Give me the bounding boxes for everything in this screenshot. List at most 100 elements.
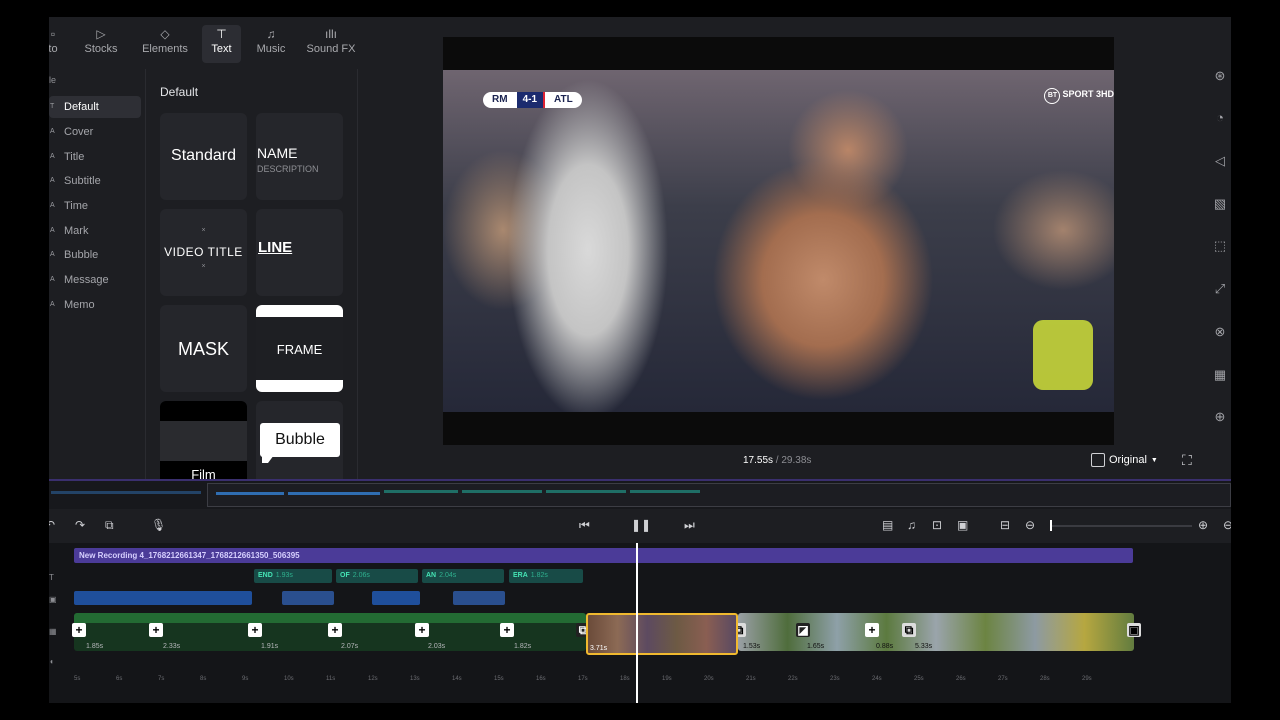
waveform-icon: ıllı [325,27,337,41]
ruler-tick: 26s [956,676,966,682]
subtitle-icon[interactable]: ▤ [882,518,893,532]
zoom-out-icon[interactable]: ⊖ [1025,518,1035,532]
sidebar-item-default[interactable]: T Default [49,96,141,118]
preset-bubble[interactable]: Bubble [256,401,343,479]
text-clip-duration: 2.06s [352,572,370,579]
transition-icon[interactable]: ⧉ [902,623,916,637]
sidebar-item-title[interactable]: A Title [49,146,141,168]
zoom-slider[interactable] [1052,525,1192,527]
undo-icon[interactable]: ↶ [49,518,55,532]
add-transition-button[interactable]: + [415,623,429,637]
caption-icon[interactable]: ▣ [957,518,968,532]
playhead[interactable] [636,543,638,703]
sidebar-item-bubble[interactable]: A Bubble [49,244,141,266]
tab-stocks[interactable]: ▷ Stocks [76,25,126,63]
mosaic-icon[interactable]: ▦ [1211,366,1229,384]
tab-photo[interactable]: ▫ to [49,25,63,63]
text-clip[interactable]: ERA 1.82s [509,569,583,583]
duplicate-icon[interactable]: ⧉ [105,518,114,532]
fullscreen-icon[interactable]: ⛶ [1182,452,1192,469]
timeline-ruler[interactable]: 5s 6s 7s 8s 9s 10s 11s 12s 13s 14s 15s 1… [74,673,1174,687]
tab-elements[interactable]: ◇ Elements [137,25,193,63]
text-clip[interactable]: OF 2.06s [336,569,418,583]
preset-sublabel: DESCRIPTION [257,164,319,174]
adjust-icon[interactable]: ▧ [1211,195,1229,213]
fit-icon[interactable]: ⊟ [1000,518,1010,532]
sidebar-item-subtitle[interactable]: A Subtitle [49,170,141,192]
add-transition-button[interactable]: + [865,623,879,637]
chevron-down-icon: ▼ [1150,456,1158,464]
sidebar-item-mark[interactable]: A Mark [49,220,141,242]
text-icon: A [50,128,55,135]
image-clip[interactable] [372,591,420,605]
preset-video-title[interactable]: × VIDEO TITLE × [160,209,247,296]
right-tool-rail: ⊛ ◔ ◁ ▧ ⬚ ⤢ ⊗ ▦ ⊕ [1198,57,1231,437]
zoom-slider-handle[interactable] [1050,520,1052,531]
ruler-tick: 28s [1040,676,1050,682]
preset-frame[interactable]: FRAME [256,305,343,392]
zoom-reset-icon[interactable]: ⊖ [1223,518,1231,532]
ruler-tick: 18s [620,676,630,682]
redo-icon[interactable]: ↷ [75,518,85,532]
add-transition-button[interactable]: + [149,623,163,637]
clip-duration: 1.82s [514,643,532,650]
add-transition-button[interactable]: + [328,623,342,637]
skip-forward-icon[interactable]: ⏭ [684,518,695,532]
add-transition-button[interactable]: + [500,623,514,637]
zoom-icon[interactable]: ⊕ [1211,408,1229,426]
transition-icon[interactable]: ◪ [796,623,810,637]
text-clip[interactable]: END 1.93s [254,569,332,583]
sidebar-item-cover[interactable]: A Cover [49,121,141,143]
image-clip[interactable] [74,591,252,605]
add-transition-button[interactable]: + [248,623,262,637]
sidebar-item-time[interactable]: A Time [49,195,141,217]
image-track-icon: ▣ [49,595,57,604]
score-home: RM [483,92,517,108]
speed-icon[interactable]: ◔ [1211,109,1229,127]
text-clip[interactable]: AN 2.04s [422,569,504,583]
preset-standard[interactable]: Standard [160,113,247,200]
sidebar-item-memo[interactable]: A Memo [49,294,141,316]
pause-icon[interactable]: ❚❚ [631,518,651,532]
sparkle-icon: × [201,227,206,234]
preset-film[interactable]: Film [160,401,247,479]
text-icon: A [50,177,55,184]
sidebar-item-message[interactable]: A Message [49,269,141,291]
transition-icon[interactable]: ▣ [1127,623,1141,637]
selected-video-clip[interactable]: 3.71s [586,613,738,655]
aspect-ratio-select[interactable]: Original ▼ [1091,453,1158,467]
image-clip[interactable] [282,591,334,605]
current-time: 17.55s [743,455,774,466]
tab-music[interactable]: ♫ Music [251,25,291,63]
preset-mask[interactable]: MASK [160,305,247,392]
music-add-icon[interactable]: ♫ [907,518,916,532]
screen-capture-icon[interactable]: ⊡ [932,518,942,532]
skip-back-icon[interactable]: ⏮ [579,518,590,532]
ruler-tick: 5s [74,676,81,682]
tab-text[interactable]: ⊤ Text [202,25,241,63]
text-clip-label: OF [340,572,350,579]
tab-label: Sound FX [306,43,356,55]
zoom-in-icon[interactable]: ⊕ [1198,518,1208,532]
preview-canvas[interactable]: RM 4-1 ATL BT SPORT 3HD [443,37,1114,445]
preset-name[interactable]: NAME DESCRIPTION [256,113,343,200]
ruler-tick: 6s [116,676,123,682]
audio-clip[interactable]: New Recording 4_1768212661347_1768212661… [74,548,1133,563]
crop-icon[interactable]: ⬚ [1211,237,1229,255]
bt-logo-icon: BT [1044,88,1061,104]
overview-window[interactable] [207,483,1231,507]
panel-title: Default [160,85,199,99]
timeline-overview[interactable] [49,479,1231,509]
volume-icon[interactable]: ◁ [1211,152,1229,170]
add-transition-button[interactable]: + [72,623,86,637]
resize-icon[interactable]: ⤢ [1211,280,1229,298]
color-circles-icon[interactable]: ⊛ [1211,67,1229,85]
microphone-icon[interactable]: 🎙 [151,518,166,532]
filter-icon[interactable]: ⊗ [1211,323,1229,341]
preset-line[interactable]: LINE [256,209,343,296]
tab-sound-fx[interactable]: ıllı Sound FX [305,25,357,63]
ruler-tick: 29s [1082,676,1092,682]
text-icon: A [50,227,55,234]
ruler-tick: 10s [284,676,294,682]
image-clip[interactable] [453,591,505,605]
